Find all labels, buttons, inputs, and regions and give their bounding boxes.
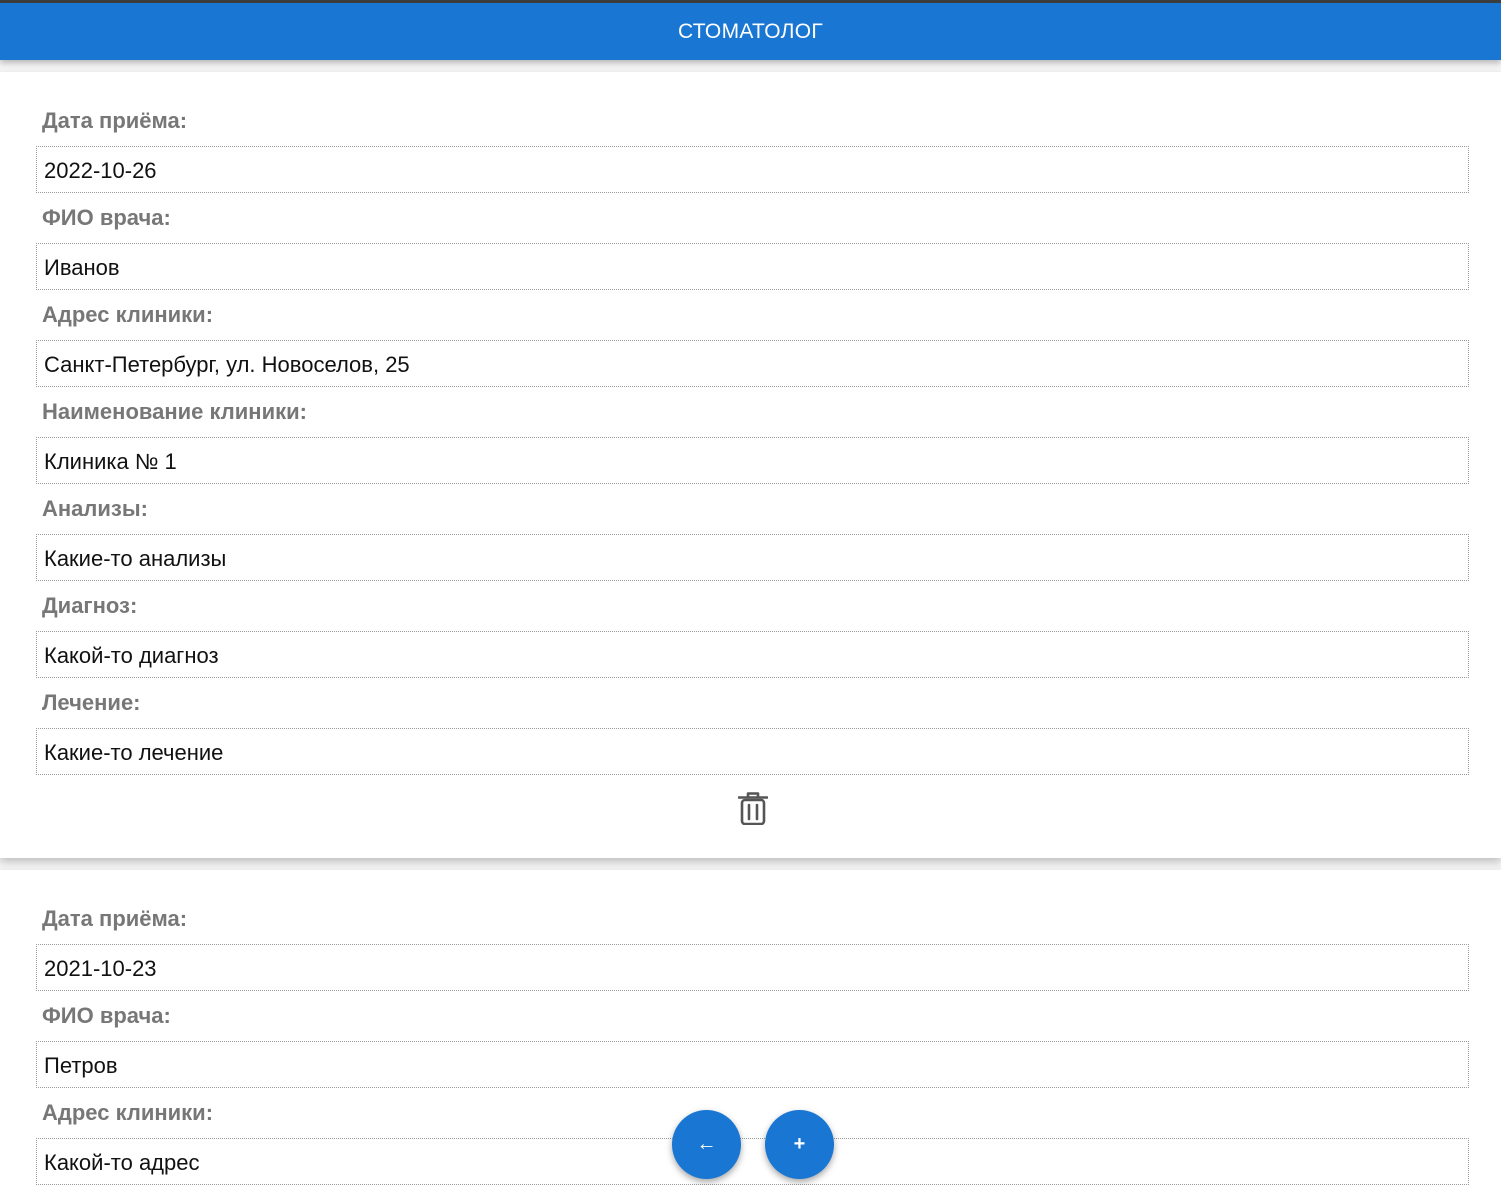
- record-fields: Дата приёма: 2021-10-23 ФИО врача: Петро…: [0, 870, 1501, 1185]
- field-label: Дата приёма:: [42, 906, 188, 931]
- field-label: Наименование клиники:: [42, 399, 307, 424]
- field-doctor: ФИО врача: Петров: [36, 991, 1469, 1088]
- trash-icon: [737, 792, 768, 825]
- field-value[interactable]: Какой-то диагноз: [36, 631, 1469, 678]
- field-value[interactable]: 2021-10-23: [36, 944, 1469, 991]
- field-doctor: ФИО врача: Иванов: [36, 193, 1469, 290]
- delete-row: [0, 775, 1501, 839]
- field-clinic-name: Наименование клиники: Клиника № 1: [36, 387, 1469, 484]
- field-value[interactable]: Какие-то лечение: [36, 728, 1469, 775]
- field-label: Дата приёма:: [42, 108, 188, 133]
- field-diagnosis: Диагноз: Какой-то диагноз: [36, 581, 1469, 678]
- field-label: Лечение:: [42, 690, 141, 715]
- field-date: Дата приёма: 2021-10-23: [36, 894, 1469, 991]
- field-clinic-address: Адрес клиники: Какой-то адрес: [36, 1088, 1469, 1185]
- field-value[interactable]: Петров: [36, 1041, 1469, 1088]
- field-label: ФИО врача:: [42, 1003, 171, 1028]
- record-card: Дата приёма: 2021-10-23 ФИО врача: Петро…: [0, 870, 1501, 1185]
- field-treatment: Лечение: Какие-то лечение: [36, 678, 1469, 775]
- field-label: Анализы:: [42, 496, 148, 521]
- field-label: Диагноз:: [42, 593, 138, 618]
- field-value[interactable]: Какой-то адрес: [36, 1138, 1469, 1185]
- add-button[interactable]: +: [765, 1110, 834, 1179]
- record-fields: Дата приёма: 2022-10-26 ФИО врача: Ивано…: [0, 72, 1501, 775]
- field-value[interactable]: Иванов: [36, 243, 1469, 290]
- page: Стоматолог Дата приёма: 2022-10-26 ФИО в…: [0, 0, 1501, 1185]
- field-date: Дата приёма: 2022-10-26: [36, 96, 1469, 193]
- app-bar: Стоматолог: [0, 0, 1501, 60]
- field-value[interactable]: Санкт-Петербург, ул. Новоселов, 25: [36, 340, 1469, 387]
- field-label: ФИО врача:: [42, 205, 171, 230]
- record-card: Дата приёма: 2022-10-26 ФИО врача: Ивано…: [0, 72, 1501, 858]
- page-title: Стоматолог: [677, 19, 824, 43]
- field-value[interactable]: 2022-10-26: [36, 146, 1469, 193]
- field-label: Адрес клиники:: [42, 302, 214, 327]
- field-analyses: Анализы: Какие-то анализы: [36, 484, 1469, 581]
- field-label: Адрес клиники:: [42, 1100, 214, 1125]
- delete-button[interactable]: [733, 788, 773, 828]
- back-button[interactable]: ←: [672, 1110, 741, 1179]
- field-value[interactable]: Клиника № 1: [36, 437, 1469, 484]
- field-value[interactable]: Какие-то анализы: [36, 534, 1469, 581]
- field-clinic-address: Адрес клиники: Санкт-Петербург, ул. Ново…: [36, 290, 1469, 387]
